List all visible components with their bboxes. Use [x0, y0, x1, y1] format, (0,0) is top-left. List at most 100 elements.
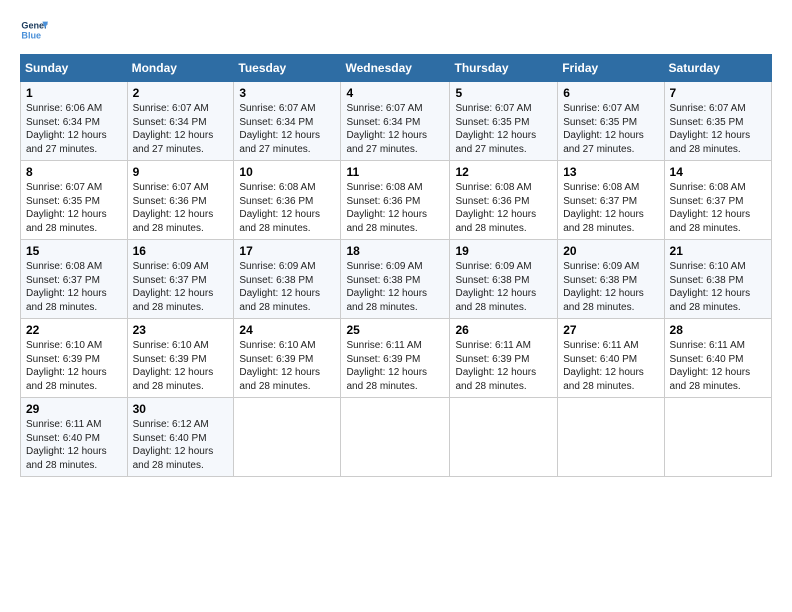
calendar-cell: 1 Sunrise: 6:06 AM Sunset: 6:34 PM Daylig… — [21, 82, 128, 161]
calendar-cell: 8 Sunrise: 6:07 AM Sunset: 6:35 PM Daylig… — [21, 161, 128, 240]
calendar-cell: 20 Sunrise: 6:09 AM Sunset: 6:38 PM Dayli… — [558, 240, 664, 319]
calendar-cell: 30 Sunrise: 6:12 AM Sunset: 6:40 PM Dayli… — [127, 398, 234, 477]
cell-info: Sunrise: 6:07 AM Sunset: 6:35 PM Dayligh… — [455, 103, 536, 155]
week-row-3: 15Sunrise: 6:08 AM Sunset: 6:37 PM Dayli… — [21, 240, 772, 319]
calendar-cell: 15Sunrise: 6:08 AM Sunset: 6:37 PM Dayli… — [21, 240, 128, 319]
calendar-cell: 9 Sunrise: 6:07 AM Sunset: 6:36 PM Daylig… — [127, 161, 234, 240]
calendar-cell — [558, 398, 664, 477]
cell-info: Sunrise: 6:09 AM Sunset: 6:38 PM Dayligh… — [346, 261, 427, 313]
cell-info: Sunrise: 6:11 AM Sunset: 6:40 PM Dayligh… — [670, 340, 751, 392]
header: General Blue — [20, 16, 772, 44]
logo-icon: General Blue — [20, 16, 48, 44]
cell-info: Sunrise: 6:11 AM Sunset: 6:40 PM Dayligh… — [563, 340, 644, 392]
col-header-thursday: Thursday — [450, 55, 558, 82]
calendar-cell: 22 Sunrise: 6:10 AM Sunset: 6:39 PM Dayli… — [21, 319, 128, 398]
col-header-tuesday: Tuesday — [234, 55, 341, 82]
day-number: 28 — [670, 323, 766, 337]
cell-info: Sunrise: 6:09 AM Sunset: 6:38 PM Dayligh… — [239, 261, 320, 313]
day-number: 19 — [455, 244, 552, 258]
calendar-cell: 4 Sunrise: 6:07 AM Sunset: 6:34 PM Daylig… — [341, 82, 450, 161]
day-number: 17 — [239, 244, 335, 258]
cell-info: Sunrise: 6:09 AM Sunset: 6:37 PM Dayligh… — [133, 261, 214, 313]
day-number: 24 — [239, 323, 335, 337]
cell-info: Sunrise: 6:07 AM Sunset: 6:34 PM Dayligh… — [346, 103, 427, 155]
cell-info: Sunrise: 6:10 AM Sunset: 6:39 PM Dayligh… — [239, 340, 320, 392]
week-row-5: 29 Sunrise: 6:11 AM Sunset: 6:40 PM Dayli… — [21, 398, 772, 477]
calendar-cell: 2 Sunrise: 6:07 AM Sunset: 6:34 PM Daylig… — [127, 82, 234, 161]
day-number: 27 — [563, 323, 658, 337]
calendar-cell: 10 Sunrise: 6:08 AM Sunset: 6:36 PM Dayli… — [234, 161, 341, 240]
calendar-cell — [341, 398, 450, 477]
calendar-cell: 25 Sunrise: 6:11 AM Sunset: 6:39 PM Dayli… — [341, 319, 450, 398]
day-number: 29 — [26, 402, 122, 416]
cell-info: Sunrise: 6:08 AM Sunset: 6:37 PM Dayligh… — [563, 182, 644, 234]
col-header-wednesday: Wednesday — [341, 55, 450, 82]
calendar-cell: 17 Sunrise: 6:09 AM Sunset: 6:38 PM Dayli… — [234, 240, 341, 319]
day-number: 2 — [133, 86, 229, 100]
day-number: 25 — [346, 323, 444, 337]
cell-info: Sunrise: 6:07 AM Sunset: 6:35 PM Dayligh… — [26, 182, 107, 234]
cell-info: Sunrise: 6:08 AM Sunset: 6:36 PM Dayligh… — [346, 182, 427, 234]
col-header-saturday: Saturday — [664, 55, 771, 82]
cell-info: Sunrise: 6:07 AM Sunset: 6:35 PM Dayligh… — [563, 103, 644, 155]
day-number: 12 — [455, 165, 552, 179]
cell-info: Sunrise: 6:11 AM Sunset: 6:40 PM Dayligh… — [26, 419, 107, 471]
calendar-cell: 5Sunrise: 6:07 AM Sunset: 6:35 PM Daylig… — [450, 82, 558, 161]
col-header-friday: Friday — [558, 55, 664, 82]
week-row-1: 1 Sunrise: 6:06 AM Sunset: 6:34 PM Daylig… — [21, 82, 772, 161]
cell-info: Sunrise: 6:06 AM Sunset: 6:34 PM Dayligh… — [26, 103, 107, 155]
calendar-cell: 28 Sunrise: 6:11 AM Sunset: 6:40 PM Dayli… — [664, 319, 771, 398]
calendar-cell: 27 Sunrise: 6:11 AM Sunset: 6:40 PM Dayli… — [558, 319, 664, 398]
calendar-cell — [450, 398, 558, 477]
cell-info: Sunrise: 6:07 AM Sunset: 6:34 PM Dayligh… — [239, 103, 320, 155]
calendar-cell: 7 Sunrise: 6:07 AM Sunset: 6:35 PM Daylig… — [664, 82, 771, 161]
calendar-cell: 21Sunrise: 6:10 AM Sunset: 6:38 PM Dayli… — [664, 240, 771, 319]
cell-info: Sunrise: 6:07 AM Sunset: 6:36 PM Dayligh… — [133, 182, 214, 234]
calendar-cell: 11Sunrise: 6:08 AM Sunset: 6:36 PM Dayli… — [341, 161, 450, 240]
calendar-cell — [664, 398, 771, 477]
calendar-table: SundayMondayTuesdayWednesdayThursdayFrid… — [20, 54, 772, 477]
day-number: 26 — [455, 323, 552, 337]
cell-info: Sunrise: 6:10 AM Sunset: 6:39 PM Dayligh… — [133, 340, 214, 392]
day-number: 4 — [346, 86, 444, 100]
week-row-2: 8 Sunrise: 6:07 AM Sunset: 6:35 PM Daylig… — [21, 161, 772, 240]
cell-info: Sunrise: 6:09 AM Sunset: 6:38 PM Dayligh… — [563, 261, 644, 313]
day-number: 21 — [670, 244, 766, 258]
calendar-cell: 3Sunrise: 6:07 AM Sunset: 6:34 PM Daylig… — [234, 82, 341, 161]
page: General Blue SundayMondayTuesdayWednesda… — [0, 0, 792, 612]
day-number: 16 — [133, 244, 229, 258]
cell-info: Sunrise: 6:10 AM Sunset: 6:39 PM Dayligh… — [26, 340, 107, 392]
day-number: 7 — [670, 86, 766, 100]
day-number: 9 — [133, 165, 229, 179]
header-row: SundayMondayTuesdayWednesdayThursdayFrid… — [21, 55, 772, 82]
calendar-cell: 26 Sunrise: 6:11 AM Sunset: 6:39 PM Dayli… — [450, 319, 558, 398]
day-number: 23 — [133, 323, 229, 337]
day-number: 8 — [26, 165, 122, 179]
calendar-cell: 6Sunrise: 6:07 AM Sunset: 6:35 PM Daylig… — [558, 82, 664, 161]
day-number: 10 — [239, 165, 335, 179]
col-header-monday: Monday — [127, 55, 234, 82]
day-number: 1 — [26, 86, 122, 100]
cell-info: Sunrise: 6:12 AM Sunset: 6:40 PM Dayligh… — [133, 419, 214, 471]
calendar-cell: 12 Sunrise: 6:08 AM Sunset: 6:36 PM Dayli… — [450, 161, 558, 240]
cell-info: Sunrise: 6:07 AM Sunset: 6:35 PM Dayligh… — [670, 103, 751, 155]
calendar-cell — [234, 398, 341, 477]
day-number: 14 — [670, 165, 766, 179]
day-number: 20 — [563, 244, 658, 258]
cell-info: Sunrise: 6:08 AM Sunset: 6:36 PM Dayligh… — [455, 182, 536, 234]
calendar-cell: 16 Sunrise: 6:09 AM Sunset: 6:37 PM Dayli… — [127, 240, 234, 319]
calendar-cell: 24 Sunrise: 6:10 AM Sunset: 6:39 PM Dayli… — [234, 319, 341, 398]
day-number: 22 — [26, 323, 122, 337]
day-number: 18 — [346, 244, 444, 258]
logo: General Blue — [20, 16, 48, 44]
cell-info: Sunrise: 6:07 AM Sunset: 6:34 PM Dayligh… — [133, 103, 214, 155]
col-header-sunday: Sunday — [21, 55, 128, 82]
cell-info: Sunrise: 6:11 AM Sunset: 6:39 PM Dayligh… — [455, 340, 536, 392]
cell-info: Sunrise: 6:08 AM Sunset: 6:37 PM Dayligh… — [26, 261, 107, 313]
day-number: 30 — [133, 402, 229, 416]
cell-info: Sunrise: 6:08 AM Sunset: 6:37 PM Dayligh… — [670, 182, 751, 234]
cell-info: Sunrise: 6:08 AM Sunset: 6:36 PM Dayligh… — [239, 182, 320, 234]
week-row-4: 22 Sunrise: 6:10 AM Sunset: 6:39 PM Dayli… — [21, 319, 772, 398]
cell-info: Sunrise: 6:11 AM Sunset: 6:39 PM Dayligh… — [346, 340, 427, 392]
calendar-cell: 14 Sunrise: 6:08 AM Sunset: 6:37 PM Dayli… — [664, 161, 771, 240]
